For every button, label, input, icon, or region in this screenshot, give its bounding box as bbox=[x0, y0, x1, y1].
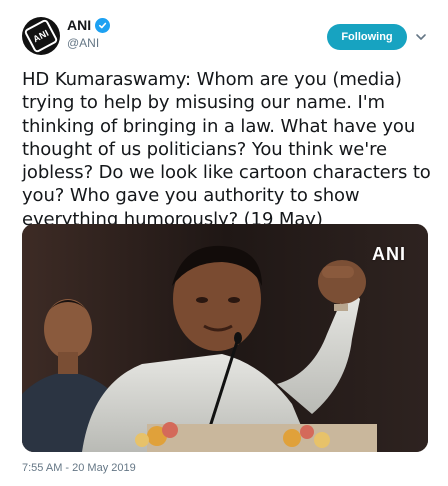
ani-logo: ANI bbox=[23, 18, 59, 54]
verified-badge-icon bbox=[95, 17, 111, 33]
media-image bbox=[22, 224, 428, 452]
avatar-text: ANI bbox=[31, 27, 51, 45]
display-name[interactable]: ANI bbox=[67, 17, 91, 33]
chevron-down-icon[interactable] bbox=[415, 31, 427, 43]
media-watermark: ANI bbox=[372, 244, 406, 264]
tweet-card: ANI ANI @ANI Following HD Kumaraswamy: W… bbox=[0, 0, 448, 486]
tweet-media[interactable]: ANI bbox=[22, 224, 428, 452]
author-name-row: ANI bbox=[67, 17, 111, 33]
following-button[interactable]: Following bbox=[327, 24, 407, 50]
tweet-timestamp[interactable]: 7:55 AM - 20 May 2019 bbox=[22, 462, 136, 474]
user-handle[interactable]: @ANI bbox=[67, 36, 99, 50]
tweet-text: HD Kumaraswamy: Whom are you (media) try… bbox=[22, 69, 431, 230]
avatar[interactable]: ANI bbox=[22, 17, 60, 55]
